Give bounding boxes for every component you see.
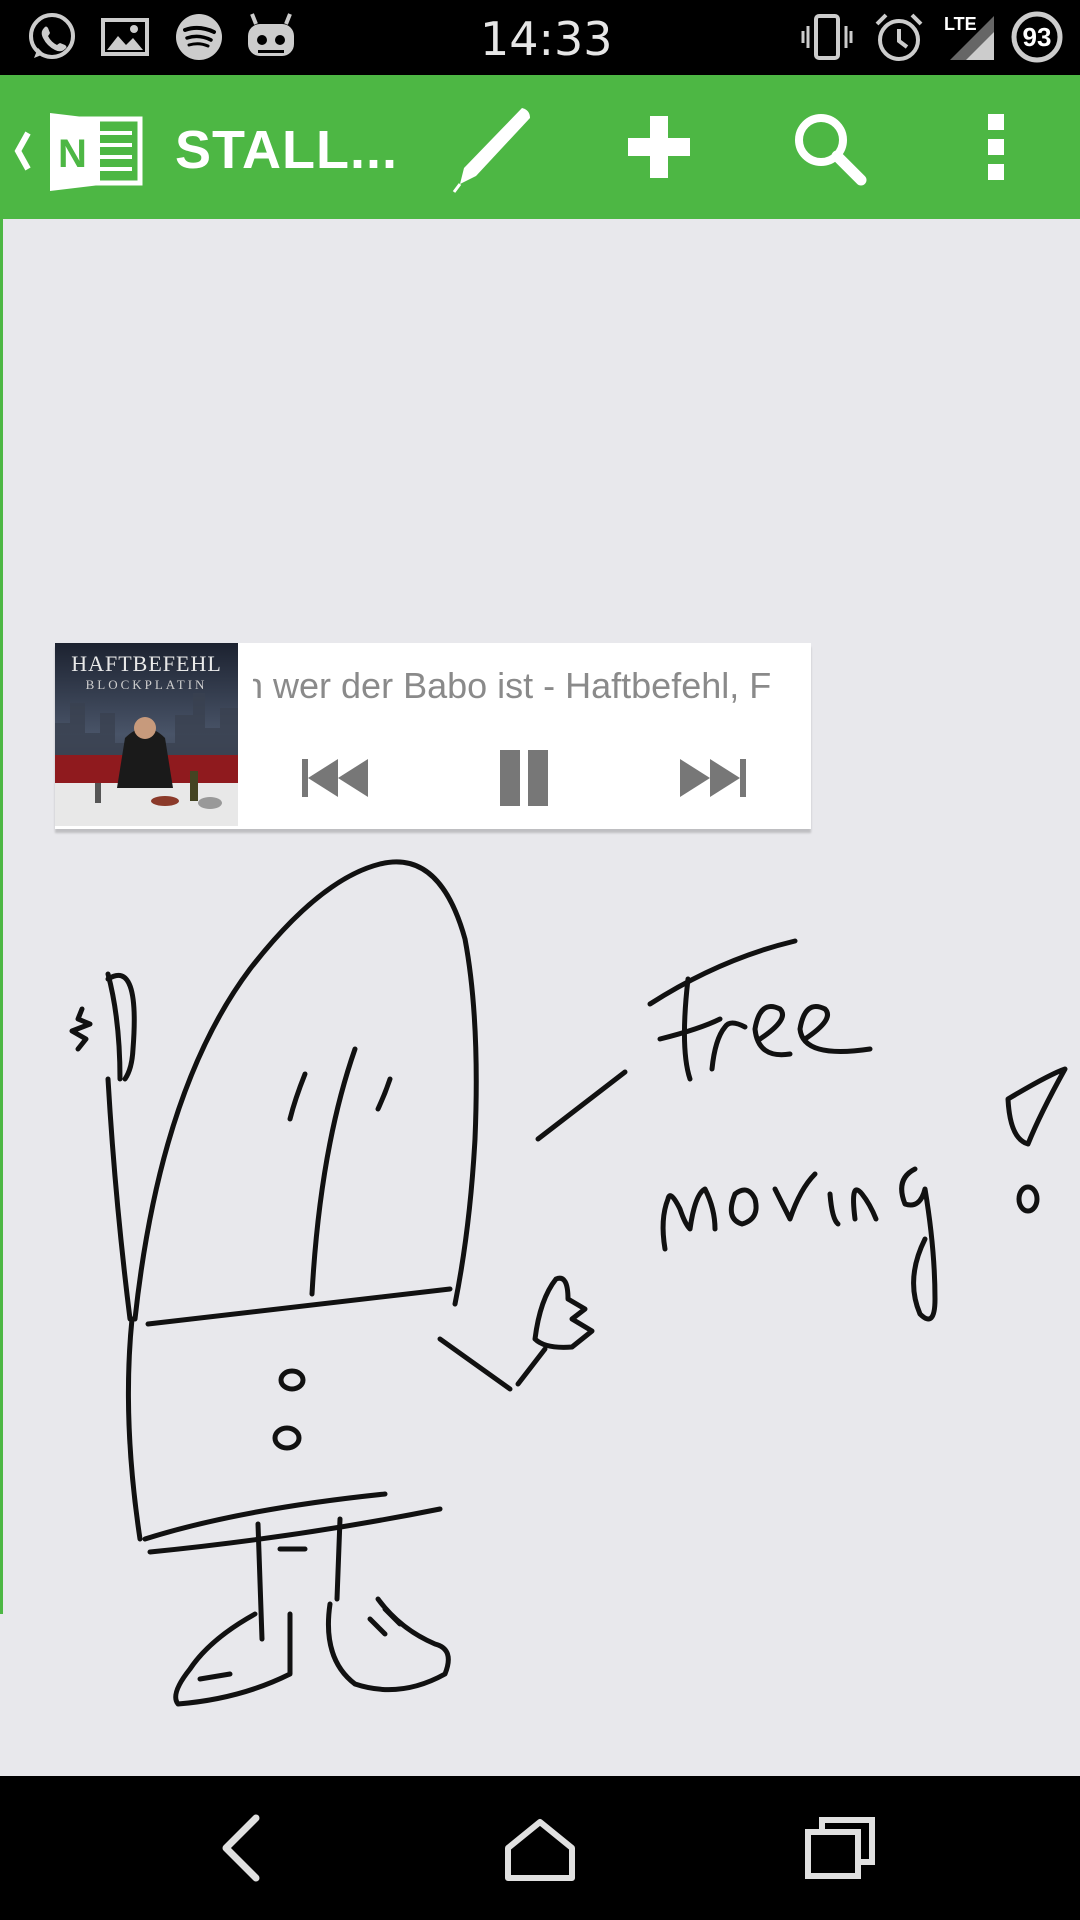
track-title: n wer der Babo ist - Haftbefehl, F <box>253 665 772 706</box>
svg-text:N: N <box>58 132 87 176</box>
onenote-icon: N <box>14 113 143 191</box>
album-subtitle: BLOCKPLATIN <box>85 677 208 692</box>
home-button[interactable] <box>485 1798 595 1898</box>
add-button[interactable] <box>612 100 706 194</box>
previous-button[interactable] <box>289 743 379 813</box>
pen-button[interactable] <box>446 100 540 194</box>
search-icon <box>795 114 867 186</box>
navigation-bar <box>0 1776 1080 1920</box>
clock: 14:33 <box>480 12 613 66</box>
cyanogen-icon <box>244 10 298 64</box>
overflow-menu-button[interactable] <box>949 100 1043 194</box>
status-bar: 14:33 LTE 93 <box>0 0 1080 75</box>
album-title: HAFTBEFEHL <box>71 651 222 676</box>
pause-button[interactable] <box>479 743 569 813</box>
recents-button[interactable] <box>785 1798 895 1898</box>
spotify-icon <box>172 10 226 64</box>
album-art[interactable]: HAFTBEFEHL BLOCKPLATIN <box>55 643 238 826</box>
drawing-body <box>132 859 479 1322</box>
drawing-belt <box>145 1286 453 1327</box>
handwritten-drawing <box>69 859 1068 1707</box>
page-title: STALL... <box>175 120 398 180</box>
next-icon <box>680 759 746 797</box>
alarm-icon <box>872 10 926 64</box>
whatsapp-icon <box>24 10 78 64</box>
back-button[interactable] <box>187 1798 297 1898</box>
vibrate-icon <box>800 10 854 64</box>
battery-level: 93 <box>1022 22 1052 52</box>
gallery-icon <box>98 10 152 64</box>
overflow-menu-icon <box>988 114 1004 180</box>
drawing-center-line <box>309 1046 358 1297</box>
up-button[interactable]: N <box>8 113 158 191</box>
previous-icon <box>302 759 368 797</box>
music-player-widget[interactable]: HAFTBEFEHL BLOCKPLATIN n wer der Babo is… <box>55 643 811 829</box>
pen-icon <box>452 108 530 193</box>
pause-icon <box>500 750 548 806</box>
search-button[interactable] <box>781 100 875 194</box>
lte-signal-icon: LTE <box>944 10 998 64</box>
network-label: LTE <box>944 14 977 34</box>
back-icon <box>222 1814 260 1882</box>
next-button[interactable] <box>669 743 759 813</box>
recents-icon <box>805 1817 875 1879</box>
home-icon <box>505 1819 575 1881</box>
add-icon <box>628 116 690 178</box>
action-bar: N STALL... <box>0 75 1080 219</box>
drawing-left-shoe <box>173 1611 293 1707</box>
